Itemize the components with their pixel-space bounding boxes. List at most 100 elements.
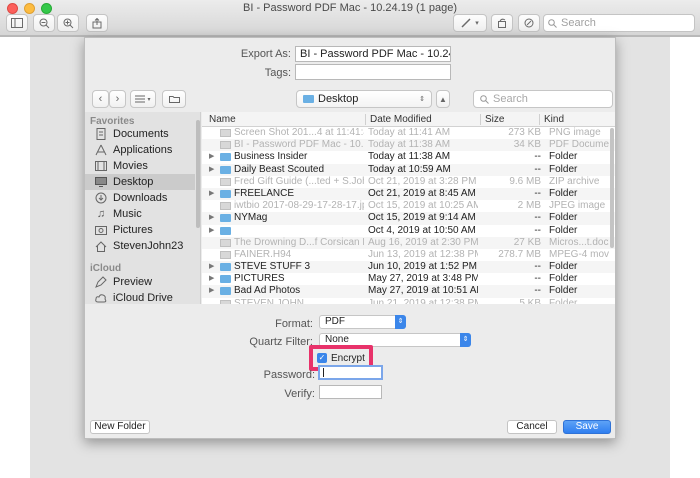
file-date: May 27, 2019 at 3:48 PM [368,273,478,285]
applications-icon [94,144,108,156]
column-divider[interactable] [365,114,366,125]
column-header-name[interactable]: Name [209,114,236,125]
sidebar-scrollbar[interactable] [196,120,200,228]
browser-search-field[interactable]: Search [473,90,613,108]
file-row[interactable]: ▶ Bad Ad Photos May 27, 2019 at 10:51 AM --… [202,285,615,298]
updown-arrows-icon: ⇕ [395,315,406,329]
annotate-button[interactable] [518,14,540,32]
toolbar-search-field[interactable]: Search [543,14,695,32]
file-row[interactable]: ▶ PICTURES May 27, 2019 at 3:48 PM -- Folder [202,273,615,285]
share-button[interactable] [86,14,108,32]
disclosure-triangle-icon[interactable]: ▶ [209,261,217,273]
file-name: The Drowning D...f Corsican Brown [234,236,364,248]
disclosure-triangle-icon[interactable]: ▶ [209,285,217,297]
zoom-out-button[interactable] [33,14,55,32]
icloud-header: iCloud [90,263,122,274]
file-size: -- [534,187,541,199]
sidebar-item-music[interactable]: ♫ Music [85,206,195,222]
new-folder-button[interactable]: New Folder [90,420,150,434]
file-list-scrollbar[interactable] [610,128,614,248]
file-row[interactable]: ▶ Oct 4, 2019 at 10:50 AM -- Folder [202,225,615,237]
documents-icon [94,128,108,140]
sidebar-item-preview[interactable]: Preview [85,274,195,290]
tags-field[interactable] [295,64,451,80]
file-size: -- [534,212,541,224]
file-kind: JPEG image [549,200,606,212]
collapse-browser-button[interactable]: ▲ [436,90,450,108]
format-popup[interactable]: PDF ⇕ [319,315,406,329]
column-header-size[interactable]: Size [485,114,504,125]
export-as-field[interactable]: BI - Password PDF Mac - 10.24.19 [295,46,451,62]
file-name: BI - Password PDF Mac - 10.24.18 [234,139,364,151]
file-row[interactable]: STEVEN JOHN... Jun 21, 2019 at 12:38 PM 5 … [202,298,615,304]
sidebar-item-downloads[interactable]: Downloads [85,190,195,206]
quartz-filter-value: None [325,334,349,345]
disclosure-triangle-icon[interactable]: ▶ [209,225,217,237]
file-date: Today at 11:38 AM [368,151,451,163]
column-header-date[interactable]: Date Modified [370,114,432,125]
rotate-button[interactable] [491,14,513,32]
sidebar-item-movies[interactable]: Movies [85,158,195,174]
file-row[interactable]: Screen Shot 201...4 at 11:41:45 AM Today … [202,127,615,139]
file-row[interactable]: ▶ Business Insider Today at 11:38 AM -- Fold… [202,151,615,163]
column-header-kind[interactable]: Kind [544,114,564,125]
verify-field[interactable] [319,385,382,399]
password-field[interactable] [318,365,383,380]
format-label: Format: [275,318,313,330]
file-row[interactable]: Fred Gift Guide (...ted + S.John.zip Oct … [202,176,615,188]
new-folder-icon-button[interactable] [162,90,186,108]
file-row[interactable]: BI - Password PDF Mac - 10.24.18 Today at… [202,139,615,152]
file-size: -- [534,163,541,175]
markup-button[interactable]: ▾ [453,14,487,32]
file-kind: Folder [549,163,578,175]
cloud-icon [94,292,108,304]
file-name: iwtbio 2017-08-29-17-28-17.jpg [234,200,364,212]
file-name: PICTURES [234,273,285,285]
location-popup[interactable]: Desktop ⇕ [296,90,432,108]
view-mode-button[interactable]: ▾ [130,90,156,108]
sidebar-toggle-button[interactable] [6,14,28,32]
file-row[interactable]: ▶ FREELANCE Oct 21, 2019 at 8:45 AM -- Folde… [202,187,615,201]
file-list: Name Date Modified Size Kind Screen Shot… [202,112,615,304]
chevron-down-icon: ▾ [147,96,151,103]
zoom-in-button[interactable] [57,14,79,32]
file-row[interactable]: FAINER.H94 Jun 13, 2019 at 12:38 PM 278.7 … [202,249,615,261]
cancel-button[interactable]: Cancel [507,420,557,434]
disclosure-triangle-icon[interactable]: ▶ [209,212,217,224]
sidebar-item-documents[interactable]: Documents [85,126,195,142]
forward-button[interactable]: › [109,90,126,108]
file-row[interactable]: ▶ STEVE STUFF 3 Jun 10, 2019 at 1:52 PM -- F… [202,261,615,274]
sidebar-item-pictures[interactable]: Pictures [85,222,195,238]
file-kind: MPEG-4 movie [549,248,609,260]
column-divider[interactable] [539,114,540,125]
sidebar-item-label: StevenJohn23 [113,240,184,252]
window-toolbar: BI - Password PDF Mac - 10.24.19 (1 page… [0,0,700,36]
file-name: Screen Shot 201...4 at 11:41:45 AM [234,127,364,138]
folder-icon [220,165,231,174]
sidebar-item-label: Music [113,208,142,220]
sidebar-item-home[interactable]: StevenJohn23 [85,238,195,254]
file-size: -- [534,285,541,297]
disclosure-triangle-icon[interactable]: ▶ [209,273,217,285]
file-name: Fred Gift Guide (...ted + S.John.zip [234,175,364,187]
disclosure-triangle-icon[interactable]: ▶ [209,151,217,163]
column-divider[interactable] [480,114,481,125]
sidebar-item-label: Documents [113,128,169,140]
folder-icon [220,189,231,198]
file-row[interactable]: ▶ NYMag Oct 15, 2019 at 9:14 AM -- Folder [202,212,615,225]
disclosure-triangle-icon[interactable]: ▶ [209,164,217,176]
sidebar-item-icloud-drive[interactable]: iCloud Drive [85,290,195,304]
file-row[interactable]: iwtbio 2017-08-29-17-28-17.jpg Oct 15, 20… [202,200,615,212]
file-row[interactable]: The Drowning D...f Corsican Brown Aug 16,… [202,236,615,249]
file-rows: Screen Shot 201...4 at 11:41:45 AM Today … [202,127,615,304]
sidebar-item-desktop[interactable]: Desktop [85,174,195,190]
file-kind: Folder [549,285,578,297]
sidebar-item-applications[interactable]: Applications [85,142,195,158]
file-row[interactable]: ▶ Daily Beast Scouted Today at 10:59 AM -- F… [202,163,615,176]
password-label: Password: [263,369,315,381]
disclosure-triangle-icon[interactable]: ▶ [209,188,217,200]
file-date: Jun 10, 2019 at 1:52 PM [368,261,477,273]
file-kind: Folder [549,187,578,199]
back-button[interactable]: ‹ [92,90,109,108]
save-button[interactable]: Save [563,420,611,434]
